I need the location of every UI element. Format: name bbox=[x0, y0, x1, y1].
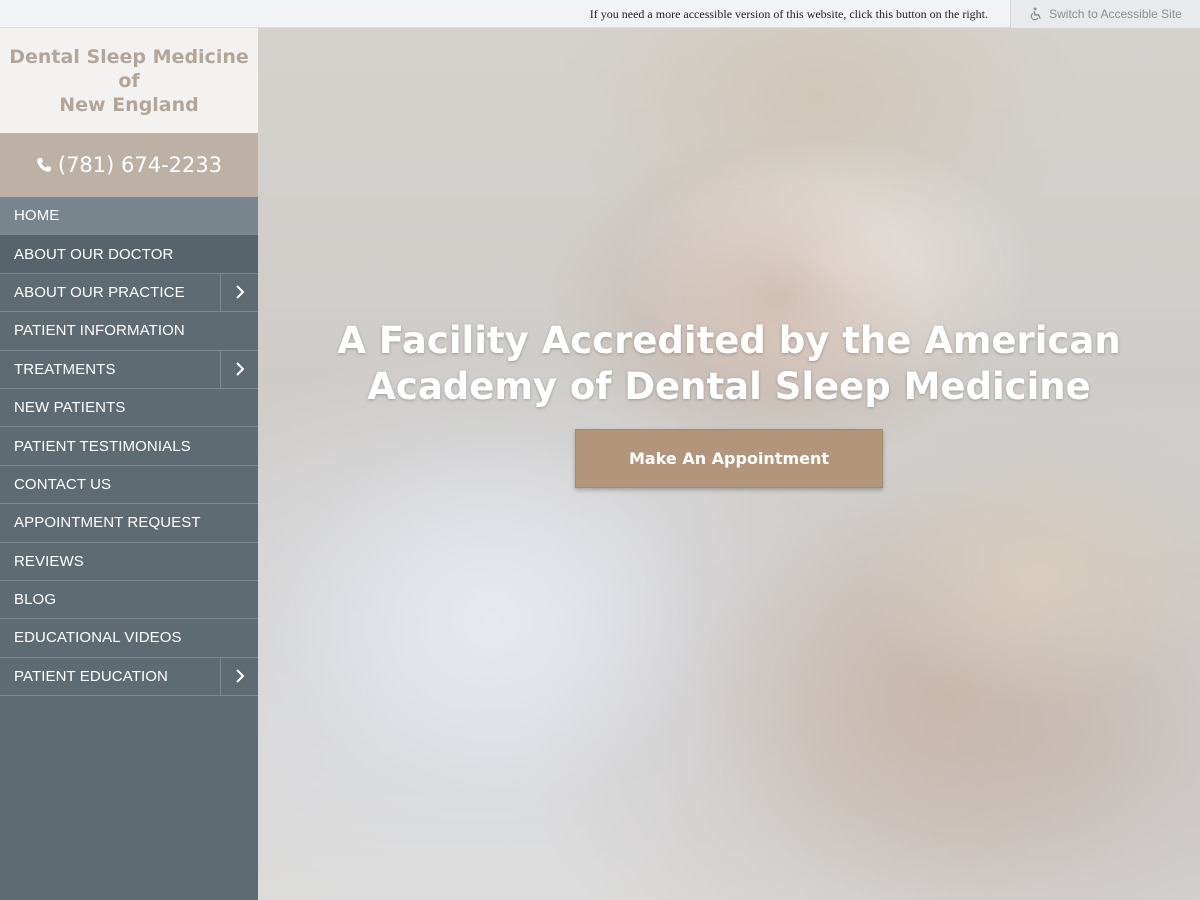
nav-item-about-our-practice[interactable]: ABOUT OUR PRACTICE bbox=[0, 273, 258, 313]
switch-accessible-site-button[interactable]: Switch to Accessible Site bbox=[1010, 0, 1200, 28]
submenu-toggle[interactable] bbox=[220, 350, 258, 388]
nav-item-appointment-request[interactable]: APPOINTMENT REQUEST bbox=[0, 504, 258, 543]
hero-title-line2: Academy of Dental Sleep Medicine bbox=[367, 365, 1091, 408]
nav-item-label: REVIEWS bbox=[14, 552, 84, 570]
nav-item-new-patients[interactable]: NEW PATIENTS bbox=[0, 388, 258, 428]
nav-item-reviews[interactable]: REVIEWS bbox=[0, 542, 258, 581]
nav-item-patient-information[interactable]: PATIENT INFORMATION bbox=[0, 312, 258, 351]
nav-item-label: ABOUT OUR PRACTICE bbox=[14, 283, 185, 301]
submenu-toggle[interactable] bbox=[220, 657, 258, 696]
nav-item-label: HOME bbox=[14, 207, 60, 225]
sidebar: Dental Sleep Medicine of New England (78… bbox=[0, 28, 258, 900]
chevron-right-icon bbox=[235, 285, 244, 300]
wheelchair-icon bbox=[1030, 7, 1041, 21]
logo-text-line2: New England bbox=[59, 93, 199, 116]
nav-item-home[interactable]: HOME bbox=[0, 197, 258, 236]
nav-item-label: EDUCATIONAL VIDEOS bbox=[14, 629, 182, 647]
make-appointment-button[interactable]: Make An Appointment bbox=[575, 429, 883, 488]
nav-item-educational-videos[interactable]: EDUCATIONAL VIDEOS bbox=[0, 619, 258, 658]
nav-item-label: PATIENT EDUCATION bbox=[14, 667, 168, 685]
nav-item-about-our-doctor[interactable]: ABOUT OUR DOCTOR bbox=[0, 235, 258, 274]
nav-item-label: PATIENT TESTIMONIALS bbox=[14, 437, 191, 455]
site-logo[interactable]: Dental Sleep Medicine of New England bbox=[0, 28, 258, 133]
hero-banner: A Facility Accredited by the American Ac… bbox=[258, 28, 1200, 900]
accessibility-notice: If you need a more accessible version of… bbox=[589, 7, 988, 21]
nav-item-label: ABOUT OUR DOCTOR bbox=[14, 245, 174, 263]
nav-item-blog[interactable]: BLOG bbox=[0, 580, 258, 620]
logo-text-line1: Dental Sleep Medicine of bbox=[9, 45, 249, 92]
chevron-right-icon bbox=[235, 362, 244, 376]
nav-item-contact-us[interactable]: CONTACT US bbox=[0, 465, 258, 505]
nav-item-label: NEW PATIENTS bbox=[14, 399, 126, 417]
nav-item-label: PATIENT INFORMATION bbox=[14, 322, 185, 340]
main-nav: HOME ABOUT OUR DOCTOR ABOUT OUR PRACTICE… bbox=[0, 197, 258, 697]
nav-item-label: BLOG bbox=[14, 591, 57, 609]
phone-icon bbox=[37, 158, 51, 172]
switch-accessible-site-label: Switch to Accessible Site bbox=[1049, 7, 1182, 21]
accessibility-bar: If you need a more accessible version of… bbox=[0, 0, 1200, 28]
nav-item-label: TREATMENTS bbox=[14, 360, 116, 378]
nav-item-patient-testimonials[interactable]: PATIENT TESTIMONIALS bbox=[0, 427, 258, 466]
submenu-toggle[interactable] bbox=[220, 273, 258, 312]
phone-number: (781) 674-2233 bbox=[57, 153, 223, 177]
chevron-right-icon bbox=[235, 669, 244, 684]
hero-photo-hair bbox=[858, 448, 1200, 708]
hero-title: A Facility Accredited by the American Ac… bbox=[258, 318, 1200, 410]
nav-item-label: APPOINTMENT REQUEST bbox=[14, 514, 201, 532]
hero-title-line1: A Facility Accredited by the American bbox=[337, 319, 1121, 362]
phone-link[interactable]: (781) 674-2233 bbox=[0, 133, 258, 197]
nav-item-label: CONTACT US bbox=[14, 475, 112, 493]
nav-item-treatments[interactable]: TREATMENTS bbox=[0, 350, 258, 389]
nav-item-patient-education[interactable]: PATIENT EDUCATION bbox=[0, 657, 258, 697]
